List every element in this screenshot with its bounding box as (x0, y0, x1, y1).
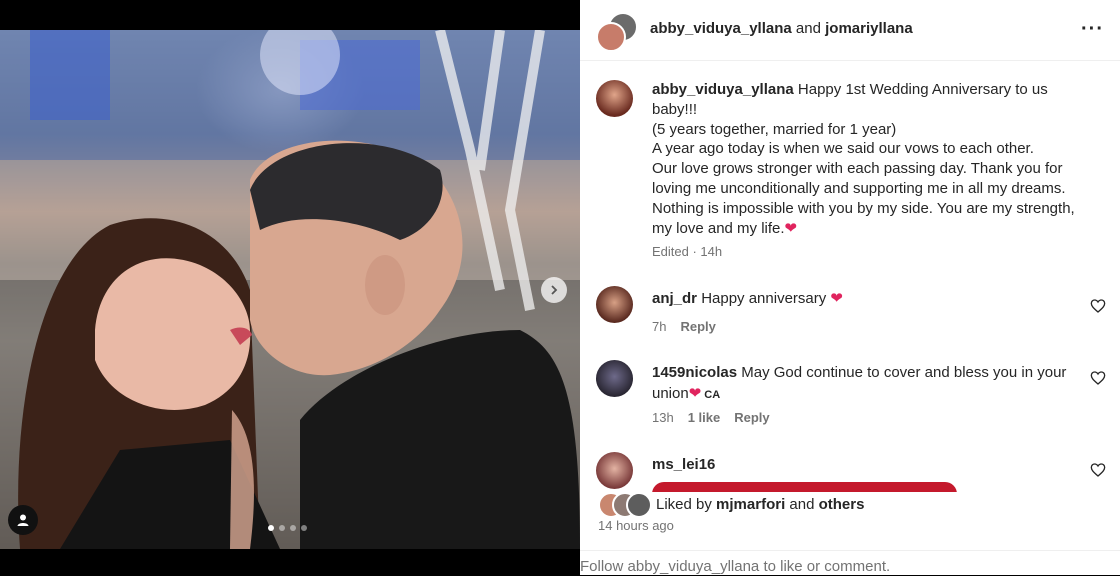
post-photo (0, 30, 580, 549)
reply-button[interactable]: Reply (680, 319, 715, 334)
caption-body: Happy 1st Wedding Anniversary to us baby… (652, 81, 1075, 237)
carousel-indicator (268, 525, 307, 531)
likes-row: Liked by mjmarfori and others (598, 492, 1098, 518)
header-user1[interactable]: abby_viduya_yllana (650, 20, 792, 37)
likes-prefix: Liked by (656, 496, 712, 513)
comment-meta: 7h Reply (652, 319, 716, 334)
carousel-dot-1 (268, 525, 274, 531)
more-options-button[interactable]: ··· (1081, 18, 1104, 41)
caption-meta: Edited · 14h (652, 244, 723, 260)
couple-photo-illustration (0, 30, 580, 549)
caption-avatar[interactable] (596, 80, 633, 117)
header-user2[interactable]: jomariyllana (825, 20, 913, 37)
comment-avatar[interactable] (596, 360, 633, 397)
tagged-users-button[interactable] (8, 505, 38, 535)
flag-ca-icon: CA (704, 389, 721, 401)
like-comment-heart-icon[interactable] (1090, 370, 1106, 386)
post-media (0, 0, 580, 575)
next-slide-button[interactable] (541, 277, 567, 303)
comment-avatar[interactable] (596, 286, 633, 323)
follow-prompt[interactable]: Follow abby_viduya_yllana to like or com… (580, 558, 890, 575)
comment-username[interactable]: ms_lei16 (652, 456, 715, 473)
header-and: and (795, 20, 821, 37)
liker-avatar[interactable] (626, 492, 652, 518)
post-header: abby_viduya_yllana and jomariyllana ··· (580, 0, 1120, 61)
likes-text: Liked by mjmarfori and others (656, 496, 864, 513)
like-comment-heart-icon[interactable] (1090, 298, 1106, 314)
likes-and: and (789, 496, 815, 513)
comment-text: 1459nicolas May God continue to cover an… (652, 362, 1072, 406)
carousel-dot-4 (301, 525, 307, 531)
user-icon (17, 514, 29, 526)
caption-text: abby_viduya_yllana Happy 1st Wedding Ann… (652, 80, 1092, 266)
comment-meta: 13h 1 like Reply (652, 410, 770, 425)
comment-username[interactable]: anj_dr (652, 290, 697, 307)
likes-user[interactable]: mjmarfori (716, 496, 785, 513)
collab-avatars[interactable] (596, 12, 638, 52)
comment-time: 7h (652, 319, 667, 334)
comment-username[interactable]: 1459nicolas (652, 364, 737, 381)
comment-avatar[interactable] (596, 452, 633, 489)
comment-text: ms_lei16 (652, 454, 1072, 475)
post-details-panel: abby_viduya_yllana and jomariyllana ··· … (580, 0, 1120, 575)
chevron-right-icon (551, 285, 558, 295)
like-comment-heart-icon[interactable] (1090, 462, 1106, 478)
comment-text: anj_dr Happy anniversary ❤ (652, 288, 1072, 309)
reply-button[interactable]: Reply (734, 410, 769, 425)
avatar-abby[interactable] (596, 22, 626, 52)
likes-others[interactable]: others (819, 496, 865, 513)
heart-emoji-icon: ❤ (784, 219, 798, 237)
comment-time: 13h (652, 410, 674, 425)
post-timestamp[interactable]: 14 hours ago (598, 518, 674, 533)
comment-body: Happy anniversary (701, 290, 827, 307)
header-title: abby_viduya_yllana and jomariyllana (650, 20, 913, 37)
heart-emoji-icon: ❤ (830, 290, 843, 307)
more-horizontal-icon: ··· (1081, 18, 1104, 40)
post-footer: Follow abby_viduya_yllana to like or com… (580, 550, 1120, 576)
comment-likes[interactable]: 1 like (688, 410, 721, 425)
carousel-dot-2 (279, 525, 285, 531)
caption-username[interactable]: abby_viduya_yllana (652, 81, 794, 98)
carousel-dot-3 (290, 525, 296, 531)
heart-emoji-icon: ❤ (688, 385, 702, 402)
